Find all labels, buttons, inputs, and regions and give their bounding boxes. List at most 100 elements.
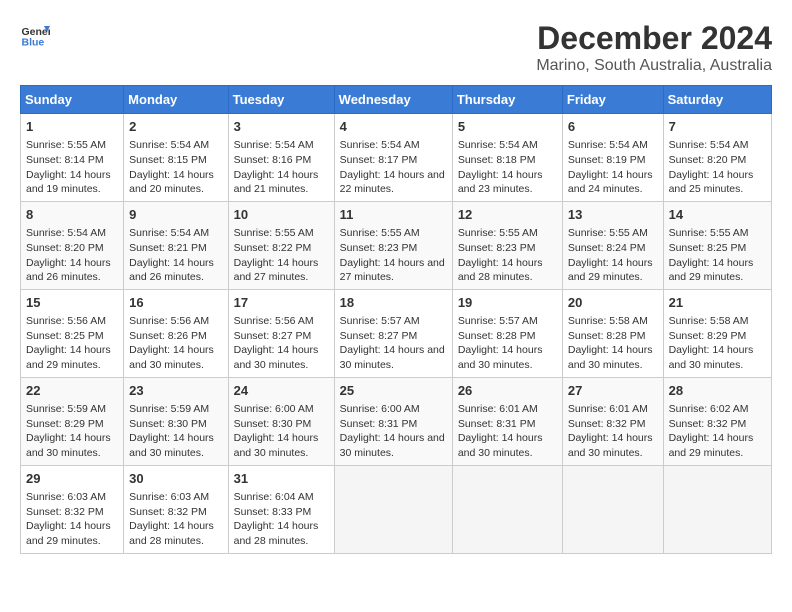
day-number: 12 bbox=[458, 206, 557, 224]
day-number: 15 bbox=[26, 294, 118, 312]
sunrise-text: Sunrise: 6:01 AM bbox=[458, 403, 538, 415]
calendar-week-5: 29Sunrise: 6:03 AMSunset: 8:32 PMDayligh… bbox=[21, 465, 772, 553]
sunrise-text: Sunrise: 5:58 AM bbox=[669, 315, 749, 327]
sunrise-text: Sunrise: 5:55 AM bbox=[234, 227, 314, 239]
sunrise-text: Sunrise: 5:59 AM bbox=[129, 403, 209, 415]
sunset-text: Sunset: 8:22 PM bbox=[234, 242, 312, 254]
day-number: 14 bbox=[669, 206, 766, 224]
sunset-text: Sunset: 8:30 PM bbox=[234, 418, 312, 430]
calendar-cell: 1Sunrise: 5:55 AMSunset: 8:14 PMDaylight… bbox=[21, 114, 124, 202]
column-header-thursday: Thursday bbox=[452, 86, 562, 114]
calendar-cell: 28Sunrise: 6:02 AMSunset: 8:32 PMDayligh… bbox=[663, 377, 771, 465]
calendar-subtitle: Marino, South Australia, Australia bbox=[536, 57, 772, 75]
calendar-cell: 8Sunrise: 5:54 AMSunset: 8:20 PMDaylight… bbox=[21, 201, 124, 289]
sunset-text: Sunset: 8:29 PM bbox=[669, 330, 747, 342]
sunrise-text: Sunrise: 5:57 AM bbox=[458, 315, 538, 327]
calendar-cell: 16Sunrise: 5:56 AMSunset: 8:26 PMDayligh… bbox=[124, 289, 228, 377]
sunset-text: Sunset: 8:14 PM bbox=[26, 154, 104, 166]
calendar-cell bbox=[562, 465, 663, 553]
day-number: 11 bbox=[340, 206, 447, 224]
sunset-text: Sunset: 8:23 PM bbox=[340, 242, 418, 254]
day-number: 30 bbox=[129, 470, 222, 488]
day-number: 10 bbox=[234, 206, 329, 224]
sunset-text: Sunset: 8:20 PM bbox=[669, 154, 747, 166]
sunset-text: Sunset: 8:26 PM bbox=[129, 330, 207, 342]
daylight-label: Daylight: 14 hours and 23 minutes. bbox=[458, 169, 543, 196]
calendar-cell: 23 Sunrise: 5:59 AM Sunset: 8:30 PM Dayligh… bbox=[124, 377, 228, 465]
calendar-cell: 12Sunrise: 5:55 AMSunset: 8:23 PMDayligh… bbox=[452, 201, 562, 289]
calendar-cell: 30 Sunrise: 6:03 AM Sunset: 8:32 PM Dayligh… bbox=[124, 465, 228, 553]
sunset-text: Sunset: 8:27 PM bbox=[234, 330, 312, 342]
daylight-label: Daylight: 14 hours and 29 minutes. bbox=[669, 257, 754, 284]
sunrise-text: Sunrise: 5:54 AM bbox=[129, 139, 209, 151]
calendar-cell: 17Sunrise: 5:56 AMSunset: 8:27 PMDayligh… bbox=[228, 289, 334, 377]
day-number: 4 bbox=[340, 118, 447, 136]
sunset-text: Sunset: 8:19 PM bbox=[568, 154, 646, 166]
day-number: 22 bbox=[26, 382, 118, 400]
sunset-text: Sunset: 8:30 PM bbox=[129, 418, 207, 430]
calendar-week-3: 15Sunrise: 5:56 AMSunset: 8:25 PMDayligh… bbox=[21, 289, 772, 377]
calendar-cell: 10Sunrise: 5:55 AMSunset: 8:22 PMDayligh… bbox=[228, 201, 334, 289]
sunset-text: Sunset: 8:32 PM bbox=[129, 506, 207, 518]
sunrise-text: Sunrise: 5:54 AM bbox=[234, 139, 314, 151]
daylight-label: Daylight: 14 hours and 30 minutes. bbox=[26, 432, 111, 459]
calendar-cell: 15Sunrise: 5:56 AMSunset: 8:25 PMDayligh… bbox=[21, 289, 124, 377]
sunrise-text: Sunrise: 6:03 AM bbox=[129, 491, 209, 503]
sunrise-text: Sunrise: 5:56 AM bbox=[234, 315, 314, 327]
daylight-label: Daylight: 14 hours and 28 minutes. bbox=[129, 520, 214, 547]
calendar-cell: 7Sunrise: 5:54 AMSunset: 8:20 PMDaylight… bbox=[663, 114, 771, 202]
column-header-friday: Friday bbox=[562, 86, 663, 114]
daylight-label: Daylight: 14 hours and 19 minutes. bbox=[26, 169, 111, 196]
calendar-cell: 21 Sunrise: 5:58 AM Sunset: 8:29 PM Dayligh… bbox=[663, 289, 771, 377]
sunset-text: Sunset: 8:18 PM bbox=[458, 154, 536, 166]
daylight-label: Daylight: 14 hours and 30 minutes. bbox=[458, 344, 543, 371]
calendar-table: SundayMondayTuesdayWednesdayThursdayFrid… bbox=[20, 85, 772, 554]
sunset-text: Sunset: 8:28 PM bbox=[568, 330, 646, 342]
sunset-text: Sunset: 8:21 PM bbox=[129, 242, 207, 254]
calendar-week-2: 8Sunrise: 5:54 AMSunset: 8:20 PMDaylight… bbox=[21, 201, 772, 289]
day-number: 28 bbox=[669, 382, 766, 400]
calendar-cell: 27Sunrise: 6:01 AMSunset: 8:32 PMDayligh… bbox=[562, 377, 663, 465]
day-number: 1 bbox=[26, 118, 118, 136]
calendar-cell: 31Sunrise: 6:04 AMSunset: 8:33 PMDayligh… bbox=[228, 465, 334, 553]
sunset-text: Sunset: 8:32 PM bbox=[669, 418, 747, 430]
sunset-text: Sunset: 8:24 PM bbox=[568, 242, 646, 254]
sunrise-text: Sunrise: 5:54 AM bbox=[129, 227, 209, 239]
logo-icon: General Blue bbox=[20, 20, 50, 50]
daylight-label: Daylight: 14 hours and 30 minutes. bbox=[234, 344, 319, 371]
calendar-cell: 14Sunrise: 5:55 AMSunset: 8:25 PMDayligh… bbox=[663, 201, 771, 289]
daylight-label: Daylight: 14 hours and 29 minutes. bbox=[26, 520, 111, 547]
day-number: 21 bbox=[669, 294, 766, 312]
sunrise-text: Sunrise: 5:54 AM bbox=[669, 139, 749, 151]
day-number: 23 bbox=[129, 382, 222, 400]
daylight-label: Daylight: 14 hours and 30 minutes. bbox=[568, 432, 653, 459]
sunrise-text: Sunrise: 6:04 AM bbox=[234, 491, 314, 503]
sunrise-text: Sunrise: 5:58 AM bbox=[568, 315, 648, 327]
day-number: 8 bbox=[26, 206, 118, 224]
daylight-label: Daylight: 14 hours and 26 minutes. bbox=[26, 257, 111, 284]
calendar-cell: 19Sunrise: 5:57 AMSunset: 8:28 PMDayligh… bbox=[452, 289, 562, 377]
calendar-cell bbox=[663, 465, 771, 553]
calendar-cell: 5Sunrise: 5:54 AMSunset: 8:18 PMDaylight… bbox=[452, 114, 562, 202]
sunset-text: Sunset: 8:27 PM bbox=[340, 330, 418, 342]
calendar-cell: 22Sunrise: 5:59 AMSunset: 8:29 PMDayligh… bbox=[21, 377, 124, 465]
sunrise-text: Sunrise: 5:54 AM bbox=[568, 139, 648, 151]
sunrise-text: Sunrise: 6:00 AM bbox=[234, 403, 314, 415]
calendar-body: 1 Sunrise: 5:55 AM Sunset: 8:14 PM Daylight… bbox=[21, 114, 772, 554]
sunrise-text: Sunrise: 5:56 AM bbox=[129, 315, 209, 327]
daylight-label: Daylight: 14 hours and 30 minutes. bbox=[129, 344, 214, 371]
day-number: 13 bbox=[568, 206, 658, 224]
day-number: 18 bbox=[340, 294, 447, 312]
daylight-label: Daylight: 14 hours and 30 minutes. bbox=[669, 344, 754, 371]
daylight-label: Daylight: 14 hours and 25 minutes. bbox=[669, 169, 754, 196]
sunrise-text: Sunrise: 5:55 AM bbox=[340, 227, 420, 239]
sunrise-text: Sunrise: 5:55 AM bbox=[458, 227, 538, 239]
day-number: 26 bbox=[458, 382, 557, 400]
day-number: 9 bbox=[129, 206, 222, 224]
calendar-cell: 9Sunrise: 5:54 AMSunset: 8:21 PMDaylight… bbox=[124, 201, 228, 289]
day-number: 25 bbox=[340, 382, 447, 400]
daylight-label: Daylight: 14 hours and 30 minutes. bbox=[129, 432, 214, 459]
sunset-text: Sunset: 8:32 PM bbox=[26, 506, 104, 518]
sunset-text: Sunset: 8:25 PM bbox=[669, 242, 747, 254]
title-area: December 2024 Marino, South Australia, A… bbox=[536, 20, 772, 75]
